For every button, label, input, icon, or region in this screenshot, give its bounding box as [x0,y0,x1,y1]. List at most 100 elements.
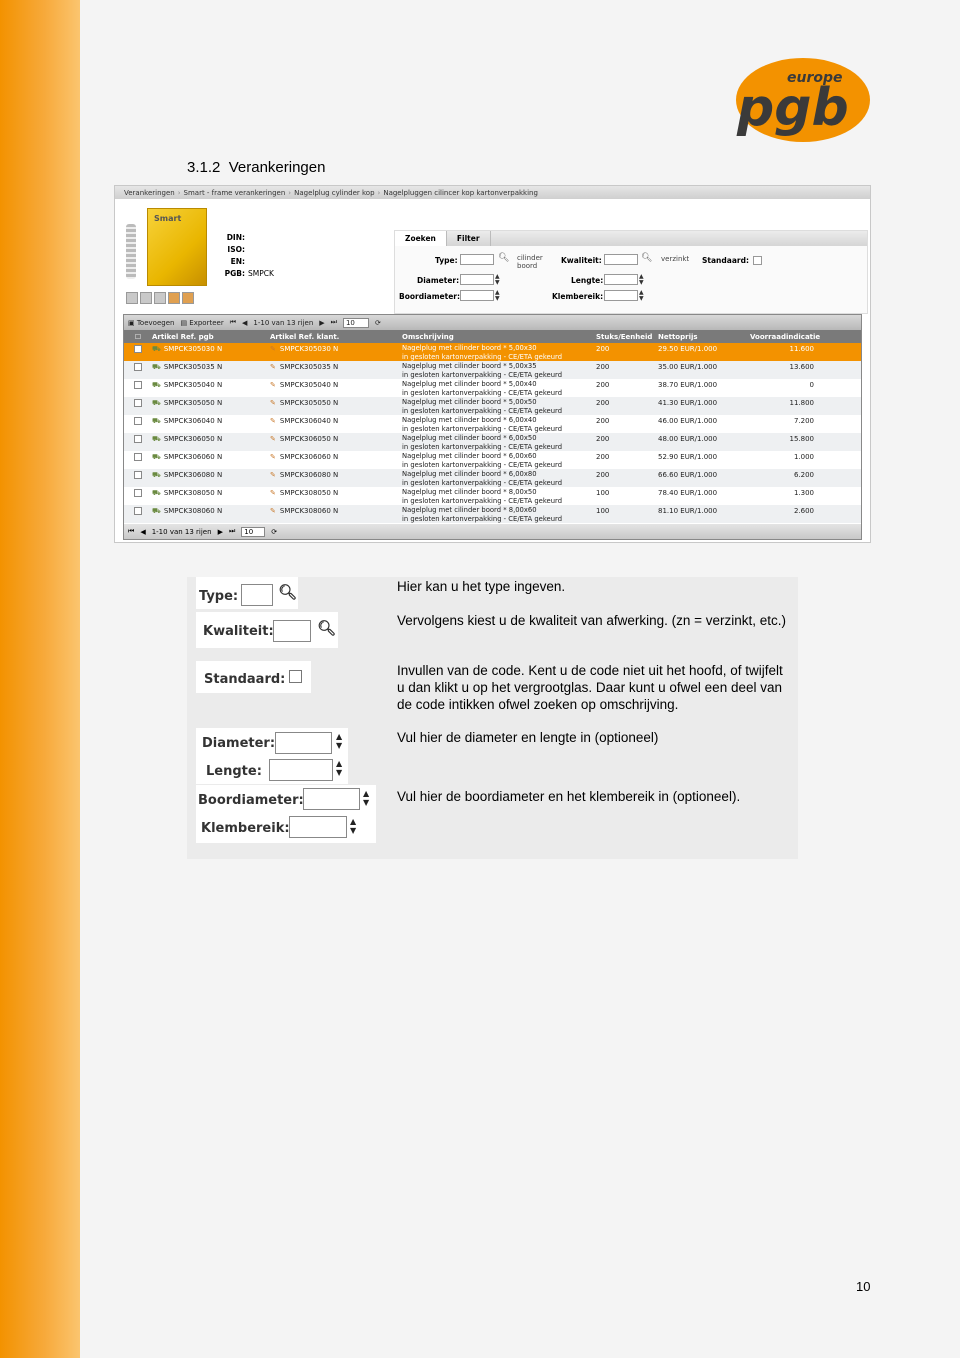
table-row[interactable]: ⛟ SMPCK305040 N ✎ SMPCK305040 N Nagelplug me… [124,379,861,397]
ref-value: SMPCK306080 N [163,471,223,479]
cart-icon[interactable]: ⛟ [152,489,161,497]
cart-icon[interactable]: ⛟ [152,507,161,515]
row-checkbox[interactable] [124,379,152,391]
product-thumbnails[interactable] [126,292,194,304]
cart-icon[interactable]: ⛟ [152,399,161,407]
lengte-spinner[interactable]: ▲ ▼ [639,274,644,286]
last-page-icon[interactable]: ⏭ [331,318,337,327]
cart-icon[interactable]: ⛟ [152,381,161,389]
table-row[interactable]: ⛟ SMPCK305030 N ✎ SMPCK305030 N Nagelplug me… [124,343,861,361]
next-page-icon[interactable]: ▶ [319,319,324,327]
prev-page-icon[interactable]: ◀ [140,528,145,536]
column-header[interactable]: Omschrijving [402,333,596,341]
klembereik-spinner[interactable]: ▲ ▼ [350,817,356,835]
breadcrumb-item[interactable]: Verankeringen [124,189,175,197]
cart-icon[interactable]: ⛟ [152,453,161,461]
klembereik-input[interactable] [604,290,638,301]
lengte-input[interactable] [269,759,333,781]
refresh-icon[interactable]: ⟳ [271,528,277,536]
pencil-icon[interactable]: ✎ [270,435,276,443]
magnifier-icon[interactable]: 🔍︎ [641,253,652,263]
diameter-input[interactable] [460,274,494,285]
lengte-spinner[interactable]: ▲ ▼ [336,759,342,777]
row-checkbox[interactable] [124,505,152,517]
klembereik-input[interactable] [289,816,347,838]
thumbnail[interactable] [154,292,166,304]
pencil-icon[interactable]: ✎ [270,381,276,389]
first-page-icon[interactable]: ⏮ [230,318,236,327]
column-header[interactable]: Nettoprijs [658,333,750,341]
pencil-icon[interactable]: ✎ [270,399,276,407]
table-row[interactable]: ⛟ SMPCK306060 N ✎ SMPCK306060 N Nagelplug me… [124,451,861,469]
magnifier-icon[interactable]: 🔍︎ [317,619,336,637]
row-checkbox[interactable] [124,433,152,445]
pencil-icon[interactable]: ✎ [270,345,276,353]
column-header[interactable]: Artikel Ref. pgb [152,333,270,341]
row-checkbox[interactable] [124,397,152,409]
magnifier-icon[interactable]: 🔍︎ [498,253,509,263]
tab-zoeken[interactable]: Zoeken [395,231,447,246]
row-checkbox[interactable] [124,361,152,373]
pencil-icon[interactable]: ✎ [270,507,276,515]
diameter-input[interactable] [275,732,332,754]
breadcrumb-item[interactable]: Smart - frame verankeringen [184,189,286,197]
standaard-checkbox[interactable] [289,670,302,683]
next-page-icon[interactable]: ▶ [218,528,223,536]
magnifier-icon[interactable]: 🔍︎ [278,583,297,601]
diameter-spinner[interactable]: ▲ ▼ [495,274,500,286]
cart-icon[interactable]: ⛟ [152,345,161,353]
cart-icon[interactable]: ⛟ [152,435,161,443]
table-row[interactable]: ⛟ SMPCK308060 N ✎ SMPCK308060 N Nagelplug me… [124,505,861,523]
column-header[interactable]: Stuks/Eenheid [596,333,658,341]
breadcrumb-item[interactable]: Nagelplug cylinder kop [294,189,374,197]
thumbnail[interactable] [126,292,138,304]
export-button[interactable]: ▤ Exporteer [180,319,223,327]
row-checkbox[interactable] [124,487,152,499]
page-size-input[interactable]: 10 [241,526,266,537]
breadcrumb-item[interactable]: Nagelpluggen cilincer kop kartonverpakki… [383,189,538,197]
table-row[interactable]: ⛟ SMPCK306080 N ✎ SMPCK306080 N Nagelplug me… [124,469,861,487]
column-header[interactable]: Voorraadindicatie [750,333,820,341]
prev-page-icon[interactable]: ◀ [242,319,247,327]
boordiameter-spinner[interactable]: ▲ ▼ [363,789,369,807]
column-header[interactable]: Artikel Ref. klant. [270,333,402,341]
diameter-spinner[interactable]: ▲ ▼ [336,732,342,750]
row-checkbox[interactable] [124,343,152,355]
row-checkbox[interactable] [124,469,152,481]
boordiameter-spinner[interactable]: ▲ ▼ [495,290,500,302]
cart-icon[interactable]: ⛟ [152,363,161,371]
page-size-input[interactable]: 10 [342,317,369,328]
tab-filter[interactable]: Filter [447,231,491,246]
kwaliteit-input[interactable] [273,620,311,642]
pencil-icon[interactable]: ✎ [270,471,276,479]
thumbnail[interactable] [182,292,194,304]
pencil-icon[interactable]: ✎ [270,417,276,425]
klembereik-spinner[interactable]: ▲ ▼ [639,290,644,302]
pencil-icon[interactable]: ✎ [270,489,276,497]
thumbnail[interactable] [168,292,180,304]
cart-icon[interactable]: ⛟ [152,471,161,479]
lengte-input[interactable] [604,274,638,285]
boordiameter-input[interactable] [303,788,360,810]
thumbnail[interactable] [140,292,152,304]
first-page-icon[interactable]: ⏮ [128,527,134,536]
select-all-checkbox[interactable]: ☐ [124,333,152,341]
row-checkbox[interactable] [124,415,152,427]
pencil-icon[interactable]: ✎ [270,363,276,371]
table-row[interactable]: ⛟ SMPCK306050 N ✎ SMPCK306050 N Nagelplug me… [124,433,861,451]
table-row[interactable]: ⛟ SMPCK306040 N ✎ SMPCK306040 N Nagelplug me… [124,415,861,433]
table-row[interactable]: ⛟ SMPCK308050 N ✎ SMPCK308050 N Nagelplug me… [124,487,861,505]
table-row[interactable]: ⛟ SMPCK305035 N ✎ SMPCK305035 N Nagelplug me… [124,361,861,379]
boordiameter-input[interactable] [460,290,494,301]
row-checkbox[interactable] [124,451,152,463]
cart-icon[interactable]: ⛟ [152,417,161,425]
standaard-checkbox[interactable] [753,256,762,265]
add-button[interactable]: ▣ Toevoegen [128,319,174,327]
pencil-icon[interactable]: ✎ [270,453,276,461]
last-page-icon[interactable]: ⏭ [229,527,235,536]
refresh-icon[interactable]: ⟳ [375,319,381,327]
table-row[interactable]: ⛟ SMPCK305050 N ✎ SMPCK305050 N Nagelplug me… [124,397,861,415]
type-input[interactable] [460,254,494,265]
kwaliteit-input[interactable] [604,254,638,265]
type-input[interactable] [241,584,273,606]
